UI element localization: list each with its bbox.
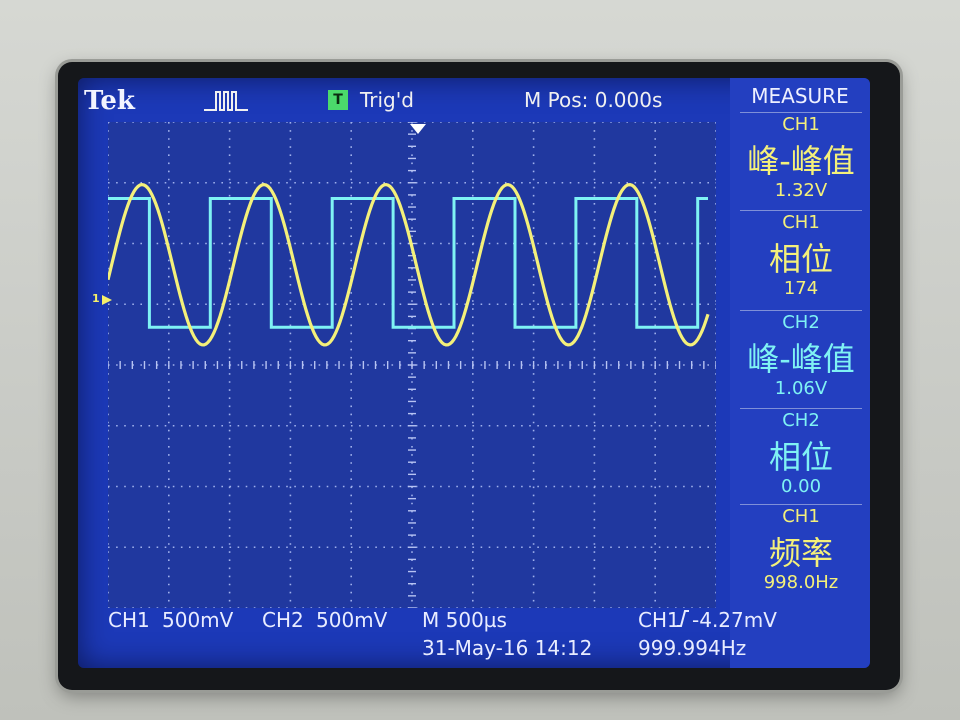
measurement-slot-4[interactable]: CH2 相位 0.00 (736, 408, 866, 502)
trigger-source: CH1 (638, 608, 680, 632)
measure-menu-title: MEASURE (751, 84, 849, 108)
trigger-position-marker (410, 124, 426, 134)
trigger-status-icon: T (328, 90, 348, 110)
measurement-value: 1.06V (774, 378, 828, 399)
rising-edge-icon (677, 610, 689, 627)
measurement-name: 相位 (768, 438, 833, 476)
measurement-channel: CH1 (782, 114, 820, 135)
measurement-slot-1[interactable]: CH1 峰-峰值 1.32V (736, 112, 866, 206)
ch1-ground-label: 1 (92, 292, 100, 305)
timebase: M 500µs (422, 608, 507, 632)
ch2-volts-per-div: 500mV (316, 608, 388, 632)
trigger-frequency: 999.994Hz (638, 636, 747, 660)
ch1-label: CH1 (108, 608, 150, 632)
pulse-waveform-icon (204, 91, 248, 111)
menu-divider (740, 112, 862, 113)
measurement-name: 峰-峰值 (747, 142, 855, 180)
graticule-grid (108, 122, 716, 608)
measurement-slot-5[interactable]: CH1 频率 998.0Hz (736, 504, 866, 598)
measurement-slot-2[interactable]: CH1 相位 174 (736, 210, 866, 304)
oscilloscope-screen: Tek T Trig'd M Pos: 0.000s 1 MEASURE CH1… (78, 78, 870, 668)
menu-divider (740, 310, 862, 311)
measurement-channel: CH2 (782, 410, 820, 431)
measurement-name: 相位 (768, 240, 833, 278)
horizontal-position: M Pos: 0.000s (524, 88, 663, 112)
measurement-name: 峰-峰值 (747, 340, 855, 378)
trigger-level: -4.27mV (692, 608, 777, 632)
measurement-slot-3[interactable]: CH2 峰-峰值 1.06V (736, 310, 866, 404)
measurement-value: 0.00 (780, 476, 822, 497)
measurement-channel: CH1 (782, 506, 820, 527)
waveform-graticule (108, 122, 716, 608)
measurement-value: 174 (783, 278, 819, 299)
menu-divider (740, 408, 862, 409)
measurement-name: 频率 (768, 534, 833, 572)
measurement-channel: CH1 (782, 212, 820, 233)
ch1-ground-marker: 1 (92, 292, 114, 308)
ch1-sine-trace (108, 182, 710, 347)
date-time: 31-May-16 14:12 (422, 636, 593, 660)
ch2-square-trace (108, 197, 708, 329)
measurement-value: 1.32V (774, 180, 828, 201)
ch1-volts-per-div: 500mV (162, 608, 234, 632)
measurement-channel: CH2 (782, 312, 820, 333)
trigger-status: Trig'd (360, 88, 414, 112)
ch2-label: CH2 (262, 608, 304, 632)
menu-divider (740, 504, 862, 505)
measure-menu: MEASURE CH1 峰-峰值 1.32V CH1 相位 174 CH2 峰-… (730, 78, 870, 668)
measurement-value: 998.0Hz (763, 572, 839, 593)
brand-logo: Tek (84, 86, 135, 116)
menu-divider (740, 210, 862, 211)
